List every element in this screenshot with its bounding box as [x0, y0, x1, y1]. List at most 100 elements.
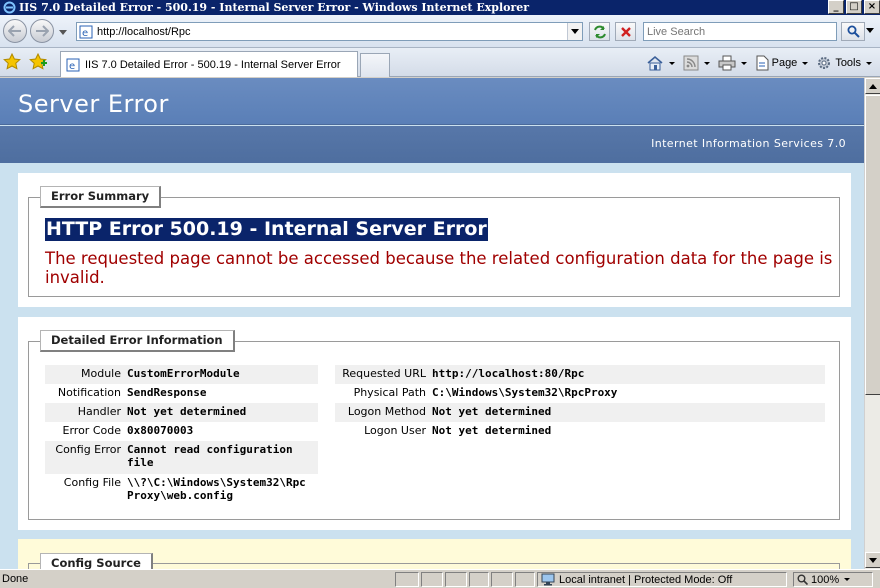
window-title-bar: IIS 7.0 Detailed Error - 500.19 - Intern…: [0, 0, 880, 15]
new-tab-button[interactable]: [360, 53, 390, 77]
home-icon: [647, 55, 663, 71]
chevron-up-icon: [869, 83, 877, 89]
address-url[interactable]: http://localhost/Rpc: [97, 26, 567, 38]
detail-key: Handler: [77, 405, 121, 418]
maximize-button[interactable]: □: [846, 0, 862, 14]
back-button[interactable]: [3, 19, 27, 43]
detail-row: Logon User Not yet determined: [335, 422, 825, 441]
status-segment: [469, 572, 489, 587]
status-segment: [421, 572, 443, 587]
vertical-scrollbar[interactable]: [864, 78, 880, 569]
chevron-down-icon: [740, 61, 747, 65]
chevron-down-icon: [802, 61, 809, 65]
refresh-icon: [593, 25, 606, 38]
config-source-panel: Config Source: [18, 539, 851, 569]
detail-value: \\?\C:\Windows\System32\RpcProxy\web.con…: [127, 476, 306, 502]
chevron-down-icon: [869, 557, 877, 563]
page-menu-button[interactable]: Page: [753, 52, 811, 74]
svg-text:e: e: [69, 61, 75, 72]
forward-button[interactable]: [30, 19, 54, 43]
print-button[interactable]: [716, 52, 749, 74]
detail-key: Error Code: [62, 424, 121, 437]
search-input[interactable]: [647, 25, 836, 38]
command-bar: Page Tools: [644, 52, 874, 74]
detail-key: Module: [81, 367, 121, 380]
page-title: Server Error: [18, 90, 169, 118]
zoom-icon: [797, 574, 808, 585]
tab-bar: e IIS 7.0 Detailed Error - 500.19 - Inte…: [0, 48, 880, 77]
gear-icon: [818, 57, 831, 69]
tab-label: IIS 7.0 Detailed Error - 500.19 - Intern…: [85, 58, 341, 71]
page-menu-label: Page: [771, 57, 798, 69]
detail-row: Requested URL http://localhost:80/Rpc: [335, 365, 825, 384]
status-segment: [395, 572, 419, 587]
favorites-star-icon[interactable]: [3, 53, 21, 71]
detail-row: Config File \\?\C:\Windows\System32\RpcP…: [45, 474, 318, 507]
forward-arrow-icon: [36, 25, 49, 37]
detail-value: 0x80070003: [127, 424, 194, 437]
config-source-legend[interactable]: Config Source: [40, 553, 153, 569]
search-button[interactable]: [841, 22, 865, 41]
status-segment: [491, 572, 513, 587]
svg-text:e: e: [82, 28, 88, 39]
feeds-button[interactable]: [681, 52, 712, 74]
chevron-down-icon: [668, 61, 675, 65]
rss-feed-icon: [683, 55, 699, 71]
zoom-control[interactable]: 100%: [793, 572, 873, 587]
detail-row: Module CustomErrorModule: [45, 365, 318, 384]
error-description: The requested page cannot be accessed be…: [45, 249, 833, 287]
refresh-button[interactable]: [589, 22, 610, 41]
status-segment: [445, 572, 467, 587]
detail-value: Not yet determined: [127, 405, 247, 418]
details-right-column: Requested URL http://localhost:80/Rpc Ph…: [335, 365, 825, 441]
security-zone[interactable]: Local intranet | Protected Mode: Off: [537, 572, 787, 587]
intranet-zone-icon: [541, 573, 555, 586]
iis-subheader: Internet Information Services 7.0: [0, 126, 864, 163]
detail-row: Logon Method Not yet determined: [335, 403, 825, 422]
status-text: Done: [2, 573, 29, 585]
status-segment: [515, 572, 535, 587]
detail-key: Logon User: [364, 424, 426, 437]
detail-value: Not yet determined: [432, 424, 552, 437]
address-dropdown-button[interactable]: [567, 23, 582, 40]
detail-value: CustomErrorModule: [127, 367, 240, 380]
detail-key: Config File: [63, 476, 121, 489]
address-bar[interactable]: e http://localhost/Rpc: [76, 22, 583, 41]
scroll-up-button[interactable]: [865, 78, 880, 94]
tools-menu-button[interactable]: Tools: [814, 52, 874, 74]
detail-key: Notification: [57, 386, 121, 399]
add-favorites-icon[interactable]: [29, 53, 47, 71]
error-summary-legend[interactable]: Error Summary: [40, 186, 162, 208]
home-button[interactable]: [644, 52, 677, 74]
detail-key: Physical Path: [353, 386, 426, 399]
page-viewport: Server Error Internet Information Servic…: [0, 78, 864, 569]
minimize-button[interactable]: _: [828, 0, 844, 14]
detail-value: http://localhost:80/Rpc: [432, 367, 585, 380]
detail-value: SendResponse: [127, 386, 207, 399]
detailed-error-legend[interactable]: Detailed Error Information: [40, 330, 235, 352]
detail-key: Config Error: [55, 443, 121, 456]
page-icon: e: [66, 58, 80, 72]
detail-value: Not yet determined: [432, 405, 552, 418]
stop-button[interactable]: [615, 22, 636, 41]
scroll-down-button[interactable]: [865, 552, 880, 568]
search-icon: [847, 25, 860, 38]
server-error-header: Server Error: [0, 78, 864, 125]
status-bar: Done Local intranet | Protected Mode: Of…: [0, 569, 880, 588]
page-menu-icon: [756, 55, 769, 71]
printer-icon: [718, 55, 736, 71]
search-options-icon[interactable]: [866, 28, 874, 33]
detail-row: Physical Path C:\Windows\System32\RpcPro…: [335, 384, 825, 403]
tools-menu-label: Tools: [835, 57, 861, 69]
history-dropdown-icon[interactable]: [58, 28, 68, 36]
chevron-down-icon: [844, 578, 851, 581]
detail-row: Notification SendResponse: [45, 384, 318, 403]
iis-version-label: Internet Information Services 7.0: [651, 137, 846, 150]
error-title: HTTP Error 500.19 - Internal Server Erro…: [45, 218, 488, 241]
detail-row: Handler Not yet determined: [45, 403, 318, 422]
search-field[interactable]: [643, 22, 837, 41]
stop-icon: [620, 26, 631, 37]
tab-active[interactable]: e IIS 7.0 Detailed Error - 500.19 - Inte…: [60, 51, 358, 77]
scroll-thumb[interactable]: [865, 95, 880, 395]
close-button[interactable]: ×: [864, 0, 880, 14]
